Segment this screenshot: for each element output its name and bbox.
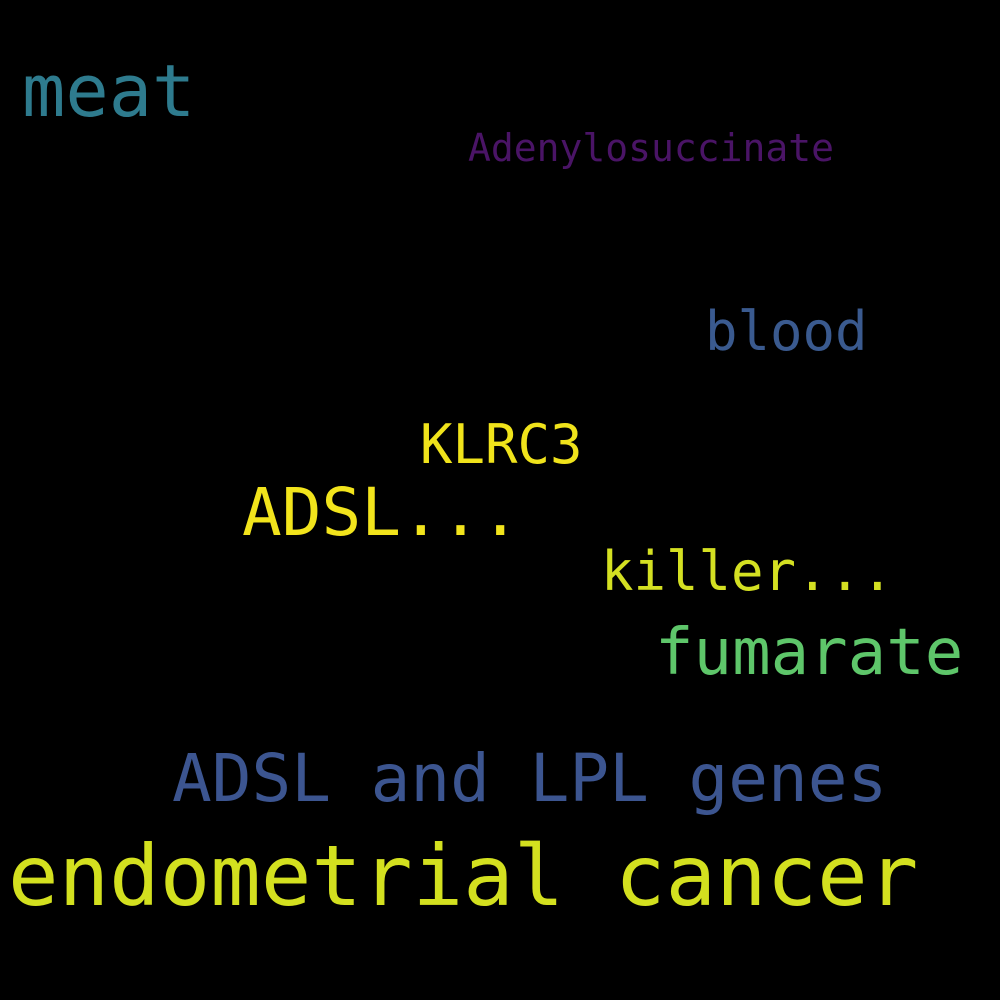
word-adsl-and-lpl-genes: ADSL and LPL genes [172, 740, 888, 817]
word-endometrial-cancer: endometrial cancer [8, 827, 919, 925]
word-killer-ellipsis: killer... [601, 540, 894, 603]
word-cloud: meat Adenylosuccinate blood KLRC3 ADSL..… [0, 0, 1000, 1000]
word-adenylosuccinate: Adenylosuccinate [468, 126, 835, 170]
word-klrc3: KLRC3 [420, 413, 583, 476]
word-meat: meat [22, 49, 196, 133]
word-fumarate: fumarate [655, 616, 964, 690]
word-blood: blood [705, 300, 868, 363]
word-adsl-ellipsis: ADSL... [242, 474, 521, 551]
